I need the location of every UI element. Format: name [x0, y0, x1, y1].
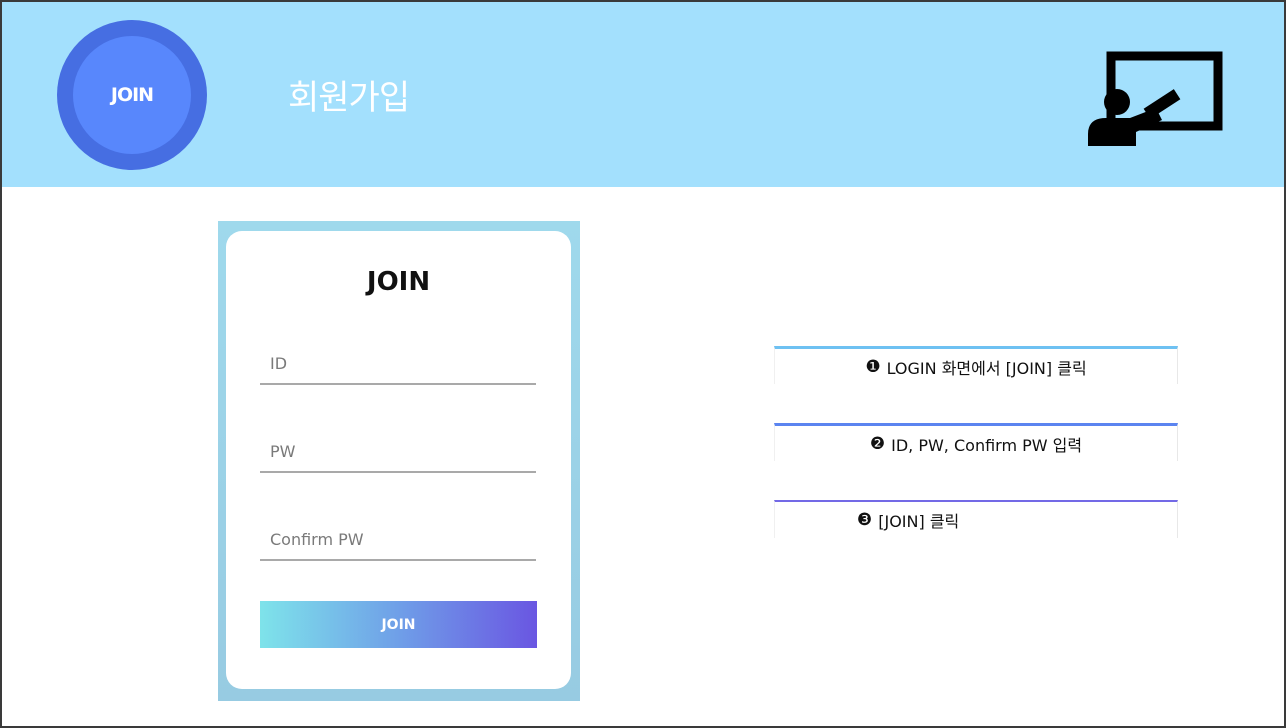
join-card: JOIN JOIN [226, 231, 571, 689]
step-2-box: ❷ ID, PW, Confirm PW 입력 [774, 423, 1178, 461]
step-3-box: ❸ [JOIN] 클릭 [774, 500, 1178, 538]
step-3-number: ❸ [857, 510, 873, 530]
confirm-pw-input[interactable] [260, 519, 536, 561]
join-submit-button[interactable]: JOIN [260, 601, 537, 648]
pw-input[interactable] [260, 431, 536, 473]
person-head [1104, 89, 1130, 115]
join-logo-badge: JOIN [57, 20, 207, 170]
step-2-text: ID, PW, Confirm PW 입력 [891, 435, 1083, 455]
page-title: 회원가입 [288, 78, 410, 118]
step-2-number: ❷ [869, 433, 886, 454]
join-logo-label: JOIN [73, 36, 191, 154]
slide-frame: JOIN 회원가입 JOIN JOIN ❶ LOGIN 화면에서 [JOIN] … [0, 0, 1286, 728]
step-1-text: LOGIN 화면에서 [JOIN] 클릭 [886, 358, 1087, 378]
step-3-text: [JOIN] 클릭 [878, 512, 960, 531]
step-1-number: ❶ [865, 356, 881, 377]
id-input[interactable] [260, 343, 536, 385]
header-banner: JOIN 회원가입 [2, 2, 1284, 187]
board-outline [1106, 51, 1223, 131]
presenter-teaching-icon [1088, 51, 1223, 146]
join-form-title: JOIN [366, 267, 431, 297]
step-1-box: ❶ LOGIN 화면에서 [JOIN] 클릭 [774, 346, 1178, 384]
